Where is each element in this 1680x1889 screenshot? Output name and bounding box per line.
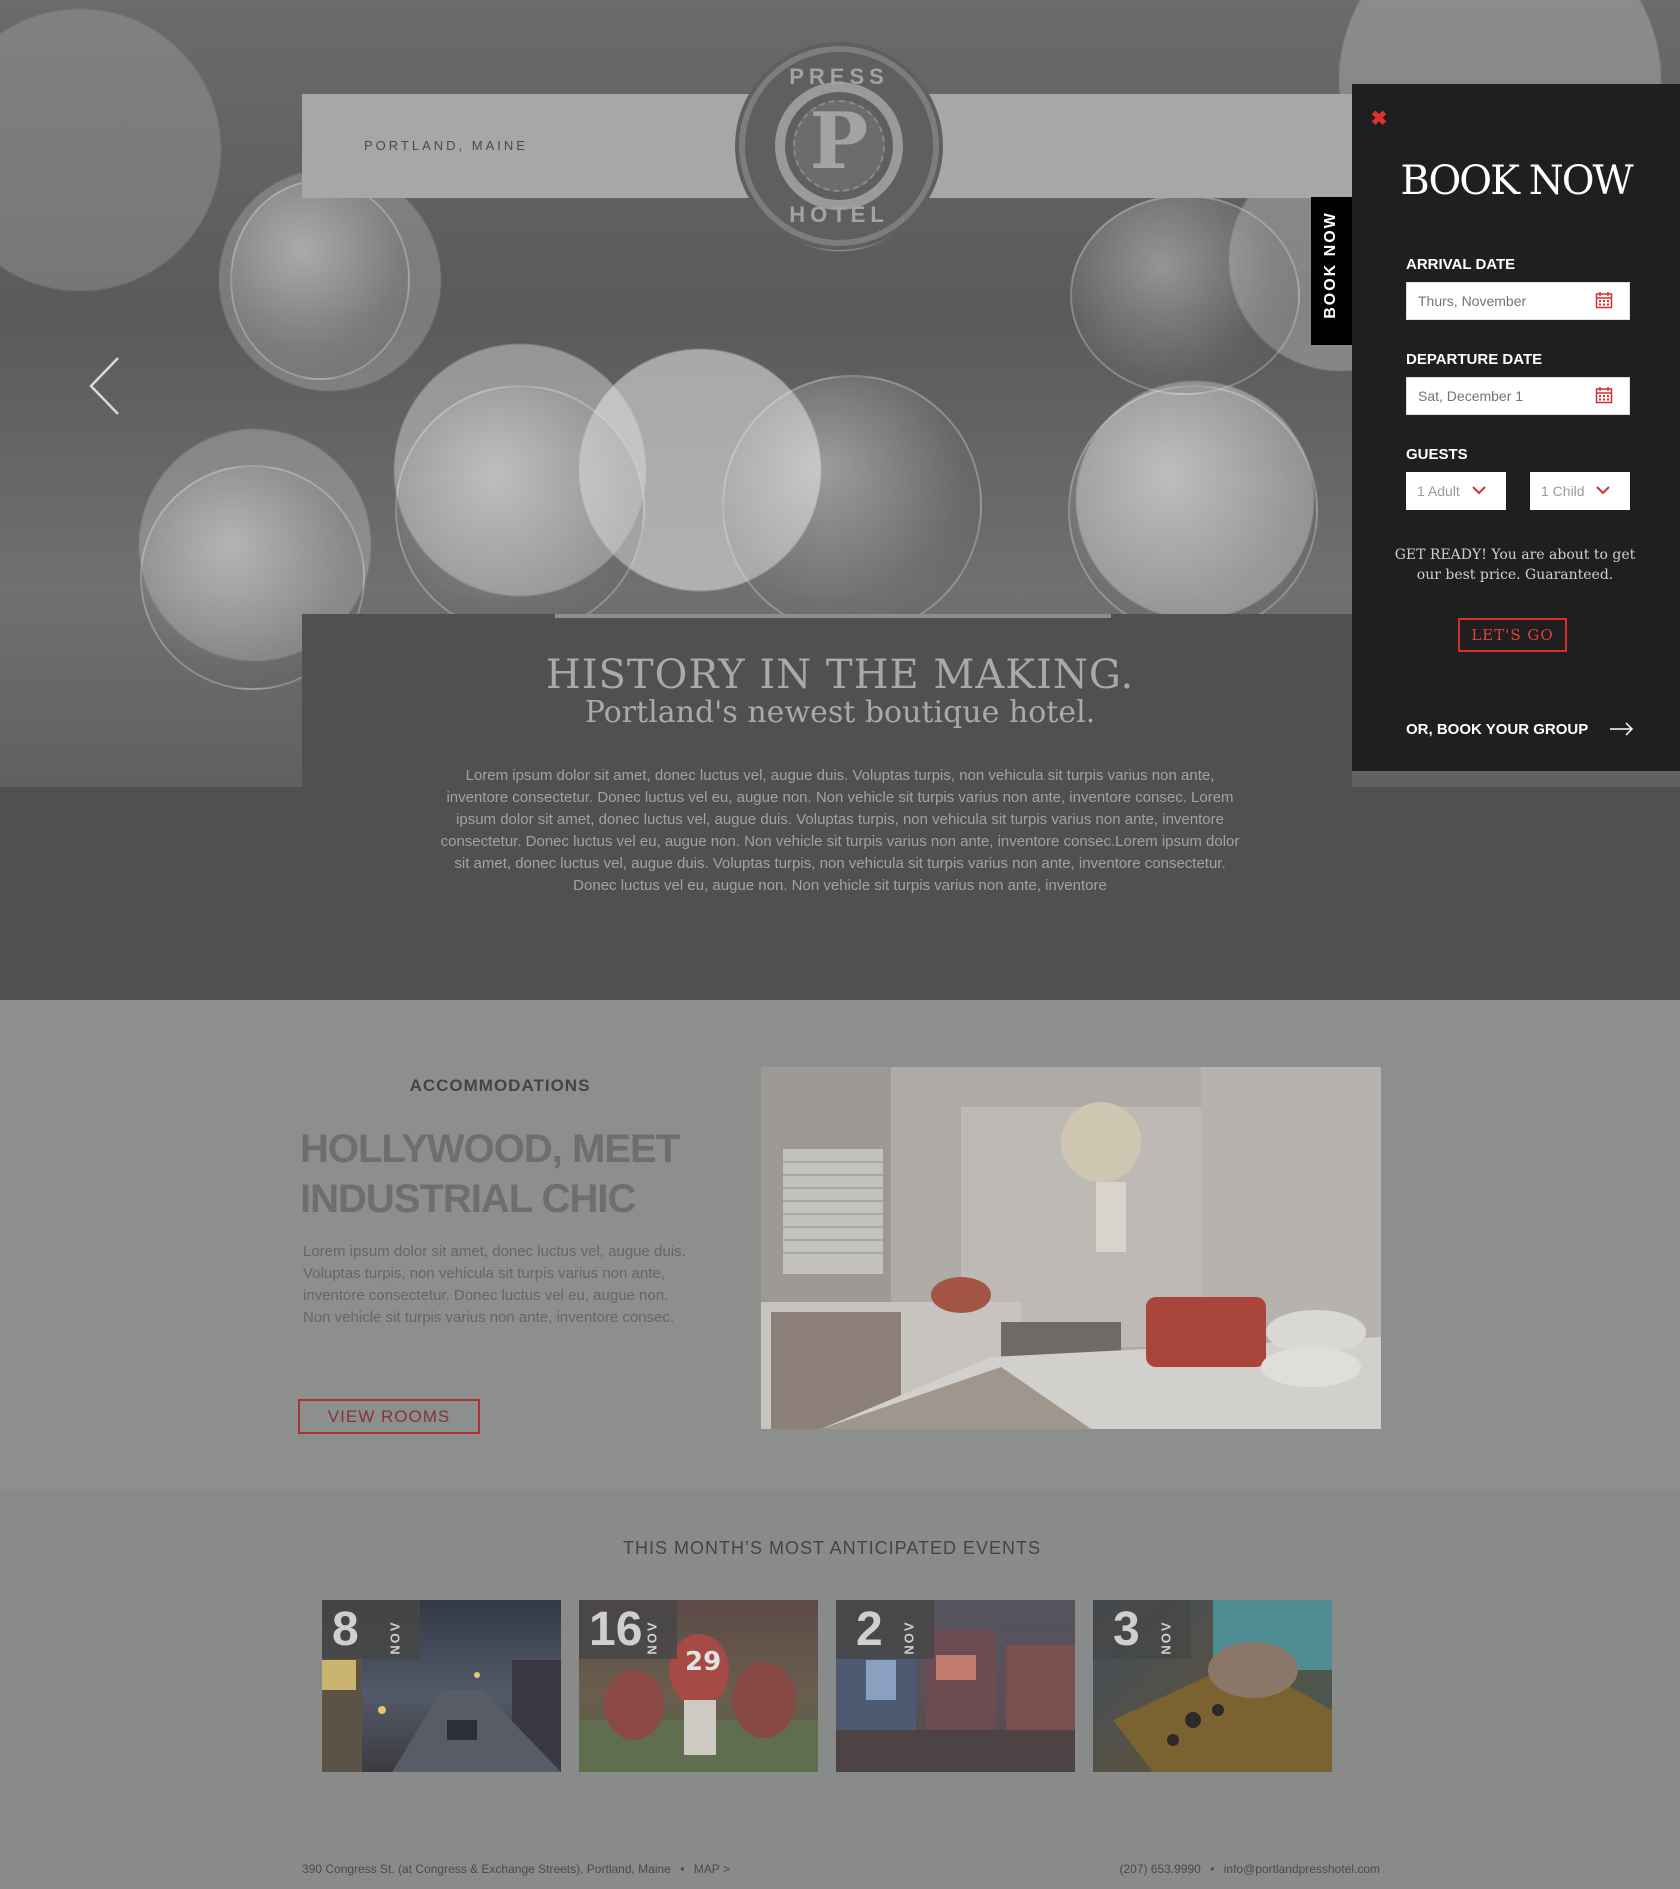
hotel-logo[interactable]: PRESS P HOTEL [739, 46, 939, 246]
slideshow-prev-arrow-icon[interactable] [88, 356, 128, 416]
book-now-tab-label: BOOK NOW [1322, 211, 1339, 319]
event-card[interactable]: 29 16 NOV [579, 1600, 818, 1772]
logo-top-text: PRESS [789, 64, 889, 89]
event-day: 3 [1113, 1603, 1140, 1656]
footer-map-link[interactable]: MAP > [694, 1862, 730, 1876]
event-month: NOV [387, 1620, 403, 1655]
hero-chandelier-bead [230, 180, 410, 380]
chevron-down-icon [1472, 486, 1486, 495]
accommodations-body: Lorem ipsum dolor sit amet, donec luctus… [303, 1243, 686, 1326]
intro-accent-bar [555, 614, 1111, 618]
adults-select-value: 1 Adult [1417, 483, 1460, 499]
event-month: NOV [644, 1620, 660, 1655]
event-month: NOV [901, 1620, 917, 1655]
event-card[interactable]: 8 NOV [322, 1600, 561, 1772]
intro-body: Lorem ipsum dolor sit amet, donec luctus… [440, 767, 1240, 894]
children-select-value: 1 Child [1541, 483, 1585, 499]
events-title: THIS MONTH’S MOST ANTICIPATED EVENTS [622, 1538, 1042, 1558]
event-date-badge: 3 NOV [1093, 1600, 1191, 1659]
room-photo [761, 1067, 1381, 1429]
footer-separator: • [680, 1862, 685, 1876]
children-select[interactable]: 1 Child [1530, 472, 1630, 510]
booking-promo-text: GET READY! You are about to get our best… [1394, 547, 1636, 583]
guests-label: GUESTS [1406, 446, 1468, 463]
booking-title: BOOK NOW [1400, 158, 1633, 204]
event-date-badge: 2 NOV [836, 1600, 934, 1659]
event-day: 2 [856, 1603, 883, 1656]
hero-chandelier-bead [722, 375, 982, 635]
location-label: PORTLAND, MAINE [364, 138, 528, 153]
calendar-icon[interactable] [1595, 291, 1613, 309]
footer-phone[interactable]: (207) 653.9990 [1119, 1862, 1200, 1876]
event-date-badge: 16 NOV [579, 1600, 677, 1659]
adults-select[interactable]: 1 Adult [1406, 472, 1506, 510]
chevron-down-icon [1596, 486, 1610, 495]
event-month: NOV [1158, 1620, 1174, 1655]
room-photo-illustration [761, 1067, 1381, 1429]
departure-date-label: DEPARTURE DATE [1406, 351, 1543, 368]
book-group-link[interactable]: OR, BOOK YOUR GROUP [1406, 721, 1588, 738]
event-card[interactable]: 2 NOV [836, 1600, 1075, 1772]
accommodations-eyebrow: ACCOMMODATIONS [409, 1076, 591, 1095]
footer-address-block: 390 Congress St. (at Congress & Exchange… [302, 1862, 730, 1876]
event-day: 8 [332, 1603, 359, 1656]
arrival-date-label: ARRIVAL DATE [1406, 256, 1516, 273]
footer-separator: • [1210, 1862, 1215, 1876]
calendar-icon[interactable] [1595, 386, 1613, 404]
logo-bottom-text: HOTEL [789, 202, 889, 227]
hero-chandelier-bead [1068, 385, 1318, 635]
intro-subtitle: Portland's newest boutique hotel. [584, 695, 1096, 730]
intro-title: HISTORY IN THE MAKING. [545, 652, 1135, 698]
event-card[interactable]: 3 NOV [1093, 1600, 1332, 1772]
accommodations-title: HOLLYWOOD, MEET INDUSTRIAL CHIC [300, 1127, 680, 1221]
lets-go-button[interactable]: LET'S GO [1458, 618, 1567, 652]
event-day: 16 [589, 1603, 643, 1656]
arrow-right-icon[interactable] [1610, 722, 1634, 736]
hero-chandelier-bead [1070, 195, 1300, 395]
view-rooms-button[interactable]: VIEW ROOMS [298, 1399, 480, 1434]
logo-letter: P [809, 96, 869, 187]
book-now-tab[interactable]: BOOK NOW [1311, 197, 1352, 345]
hero-chandelier-bead [395, 385, 645, 635]
footer-contact-block: (207) 653.9990 • info@portlandpresshotel… [1078, 1862, 1380, 1876]
svg-text:29: 29 [685, 1647, 721, 1677]
footer-address: 390 Congress St. (at Congress & Exchange… [302, 1862, 671, 1876]
close-icon[interactable]: ✖ [1370, 109, 1388, 129]
footer-email[interactable]: info@portlandpresshotel.com [1224, 1862, 1380, 1876]
event-date-badge: 8 NOV [322, 1600, 420, 1659]
